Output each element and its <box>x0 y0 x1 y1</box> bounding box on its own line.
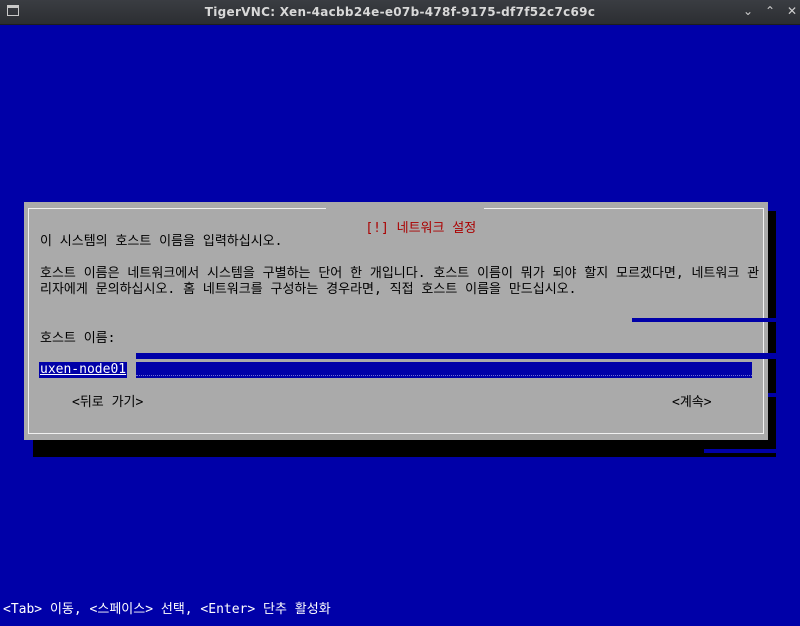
render-artifact-line <box>704 449 776 453</box>
hostname-input-value[interactable]: uxen-node01 <box>39 362 128 378</box>
maximize-icon[interactable]: ⌃ <box>762 3 778 19</box>
continue-button[interactable]: <계속> <box>672 395 712 411</box>
back-button[interactable]: <뒤로 가기> <box>72 395 143 411</box>
hostname-prompt: 이 시스템의 호스트 이름을 입력하십시오. <box>40 234 283 249</box>
vnc-title-bar[interactable]: TigerVNC: Xen-4acbb24e-e07b-478f-9175-df… <box>0 0 800 25</box>
render-artifact-line <box>136 353 776 359</box>
close-icon[interactable]: ✕ <box>784 3 800 19</box>
hostname-description: 호스트 이름은 네트워크에서 시스템을 구별하는 단어 한 개입니다. 호스트 … <box>40 266 760 297</box>
keyboard-help-statusbar: <Tab> 이동, <스페이스> 선택, <Enter> 단추 활성화 <box>3 602 331 617</box>
render-artifact-line <box>768 393 776 397</box>
hostname-input[interactable]: uxen-node01 <box>39 362 752 379</box>
hostname-input-underline <box>136 365 752 376</box>
minimize-icon[interactable]: ⌄ <box>740 3 756 19</box>
dialog-title: [!] 네트워크 설정 <box>326 202 485 236</box>
hostname-field-label: 호스트 이름: <box>40 331 116 346</box>
render-artifact-line <box>632 318 776 322</box>
window-title: TigerVNC: Xen-4acbb24e-e07b-478f-9175-df… <box>204 5 596 19</box>
dialog-title-text: [!] 네트워크 설정 <box>365 221 477 236</box>
